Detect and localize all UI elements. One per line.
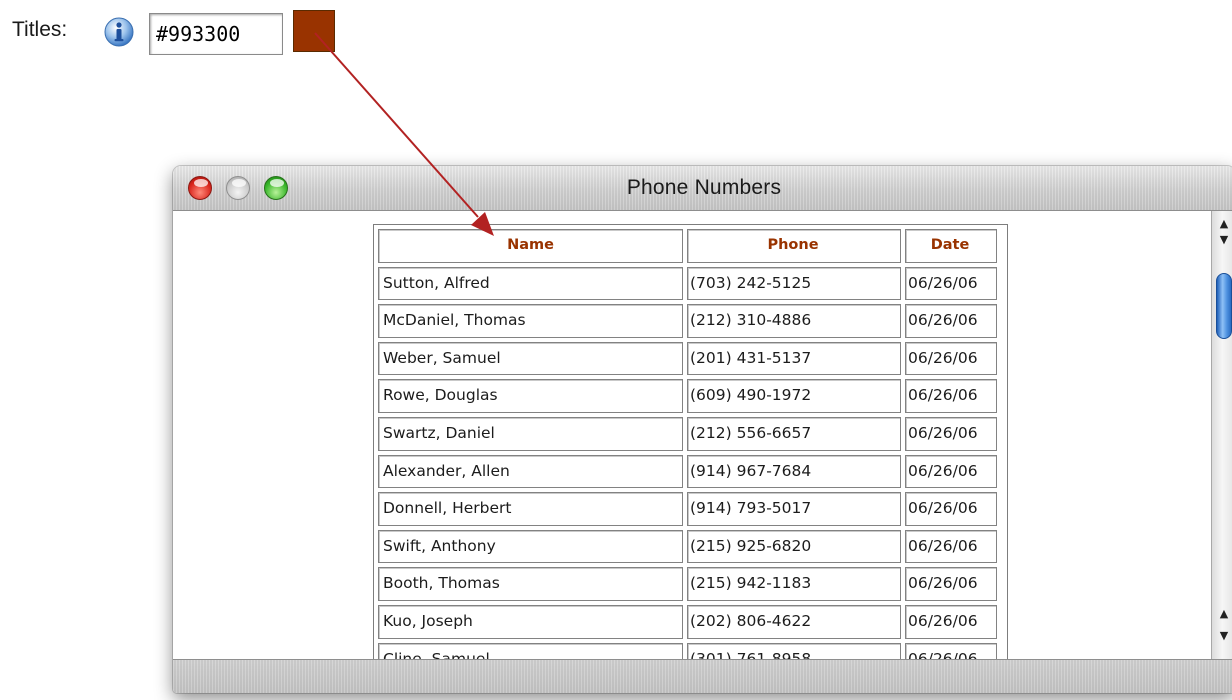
cell-phone[interactable]: (201) 431-5137 xyxy=(687,341,901,376)
phone-numbers-window: Phone Numbers Name Phone Date Sutton, Al… xyxy=(173,166,1232,693)
window-titlebar[interactable]: Phone Numbers xyxy=(173,166,1232,211)
cell-date[interactable]: 06/26/06 xyxy=(905,304,997,338)
table-row[interactable]: Alexander, Allen (914) 967-7684 06/26/06 xyxy=(376,453,1005,491)
cell-phone[interactable]: (914) 793-5017 xyxy=(687,492,901,526)
table-row[interactable]: Cline, Samuel (301) 761-8958 06/26/06 xyxy=(376,641,1005,659)
cell-date[interactable]: 06/26/06 xyxy=(905,341,997,376)
cell-name[interactable]: Donnell, Herbert xyxy=(378,492,683,526)
window-title: Phone Numbers xyxy=(626,176,782,199)
vertical-scrollbar[interactable]: ▲ ▼ ▲ ▼ xyxy=(1211,211,1232,659)
cell-date[interactable]: 06/26/06 xyxy=(905,266,997,301)
cell-date[interactable]: 06/26/06 xyxy=(905,416,997,451)
cell-phone[interactable]: (301) 761-8958 xyxy=(687,642,901,659)
cell-phone[interactable]: (609) 490-1972 xyxy=(687,379,901,413)
table-row[interactable]: Booth, Thomas (215) 942-1183 06/26/06 xyxy=(376,565,1005,603)
window-content: Name Phone Date Sutton, Alfred (703) 242-… xyxy=(173,211,1211,659)
cell-phone[interactable]: (202) 806-4622 xyxy=(687,604,901,639)
cell-date[interactable]: 06/26/06 xyxy=(905,529,997,564)
table-row[interactable]: Donnell, Herbert (914) 793-5017 06/26/06 xyxy=(376,490,1005,528)
scroll-up-arrow-icon[interactable]: ▲ xyxy=(1216,607,1232,621)
cell-phone[interactable]: (215) 925-6820 xyxy=(687,529,901,564)
table-row[interactable]: McDaniel, Thomas (212) 310-4886 06/26/06 xyxy=(376,302,1005,340)
table-row[interactable]: Swift, Anthony (215) 925-6820 06/26/06 xyxy=(376,528,1005,566)
column-header-date[interactable]: Date xyxy=(905,229,997,263)
scroll-thumb[interactable] xyxy=(1216,273,1232,339)
cell-date[interactable]: 06/26/06 xyxy=(905,604,997,639)
cell-name[interactable]: Sutton, Alfred xyxy=(378,266,683,301)
cell-date[interactable]: 06/26/06 xyxy=(905,379,997,413)
cell-name[interactable]: McDaniel, Thomas xyxy=(378,304,683,338)
table-row[interactable]: Rowe, Douglas (609) 490-1972 06/26/06 xyxy=(376,377,1005,415)
cell-name[interactable]: Kuo, Joseph xyxy=(378,604,683,639)
table-row[interactable]: Sutton, Alfred (703) 242-5125 06/26/06 xyxy=(376,265,1005,303)
scroll-down-arrow-icon[interactable]: ▼ xyxy=(1216,629,1232,643)
cell-phone[interactable]: (212) 310-4886 xyxy=(687,304,901,338)
cell-name[interactable]: Booth, Thomas xyxy=(378,567,683,601)
cell-name[interactable]: Rowe, Douglas xyxy=(378,379,683,413)
table-row[interactable]: Swartz, Daniel (212) 556-6657 06/26/06 xyxy=(376,415,1005,453)
table-row[interactable]: Weber, Samuel (201) 431-5137 06/26/06 xyxy=(376,340,1005,378)
column-header-phone[interactable]: Phone xyxy=(687,229,901,263)
cell-phone[interactable]: (212) 556-6657 xyxy=(687,416,901,451)
cell-name[interactable]: Swift, Anthony xyxy=(378,529,683,564)
cell-name[interactable]: Swartz, Daniel xyxy=(378,416,683,451)
color-hex-input[interactable] xyxy=(149,13,283,55)
cell-phone[interactable]: (703) 242-5125 xyxy=(687,266,901,301)
scroll-down-arrow-icon[interactable]: ▼ xyxy=(1216,233,1232,247)
table-row[interactable]: Kuo, Joseph (202) 806-4622 06/26/06 xyxy=(376,603,1005,641)
cell-date[interactable]: 06/26/06 xyxy=(905,492,997,526)
cell-date[interactable]: 06/26/06 xyxy=(905,642,997,659)
phone-table: Name Phone Date Sutton, Alfred (703) 242-… xyxy=(373,224,1008,659)
scroll-up-arrow-icon[interactable]: ▲ xyxy=(1216,217,1232,231)
info-icon[interactable] xyxy=(102,16,136,50)
table-header-row: Name Phone Date xyxy=(376,227,1005,265)
window-bottom-bar xyxy=(173,659,1232,693)
titles-label: Titles: xyxy=(12,18,68,41)
cell-name[interactable]: Alexander, Allen xyxy=(378,454,683,489)
color-swatch[interactable] xyxy=(293,10,335,52)
cell-name[interactable]: Weber, Samuel xyxy=(378,341,683,376)
cell-date[interactable]: 06/26/06 xyxy=(905,567,997,601)
cell-phone[interactable]: (914) 967-7684 xyxy=(687,454,901,489)
cell-date[interactable]: 06/26/06 xyxy=(905,454,997,489)
column-header-name[interactable]: Name xyxy=(378,229,683,263)
cell-name[interactable]: Cline, Samuel xyxy=(378,642,683,659)
cell-phone[interactable]: (215) 942-1183 xyxy=(687,567,901,601)
